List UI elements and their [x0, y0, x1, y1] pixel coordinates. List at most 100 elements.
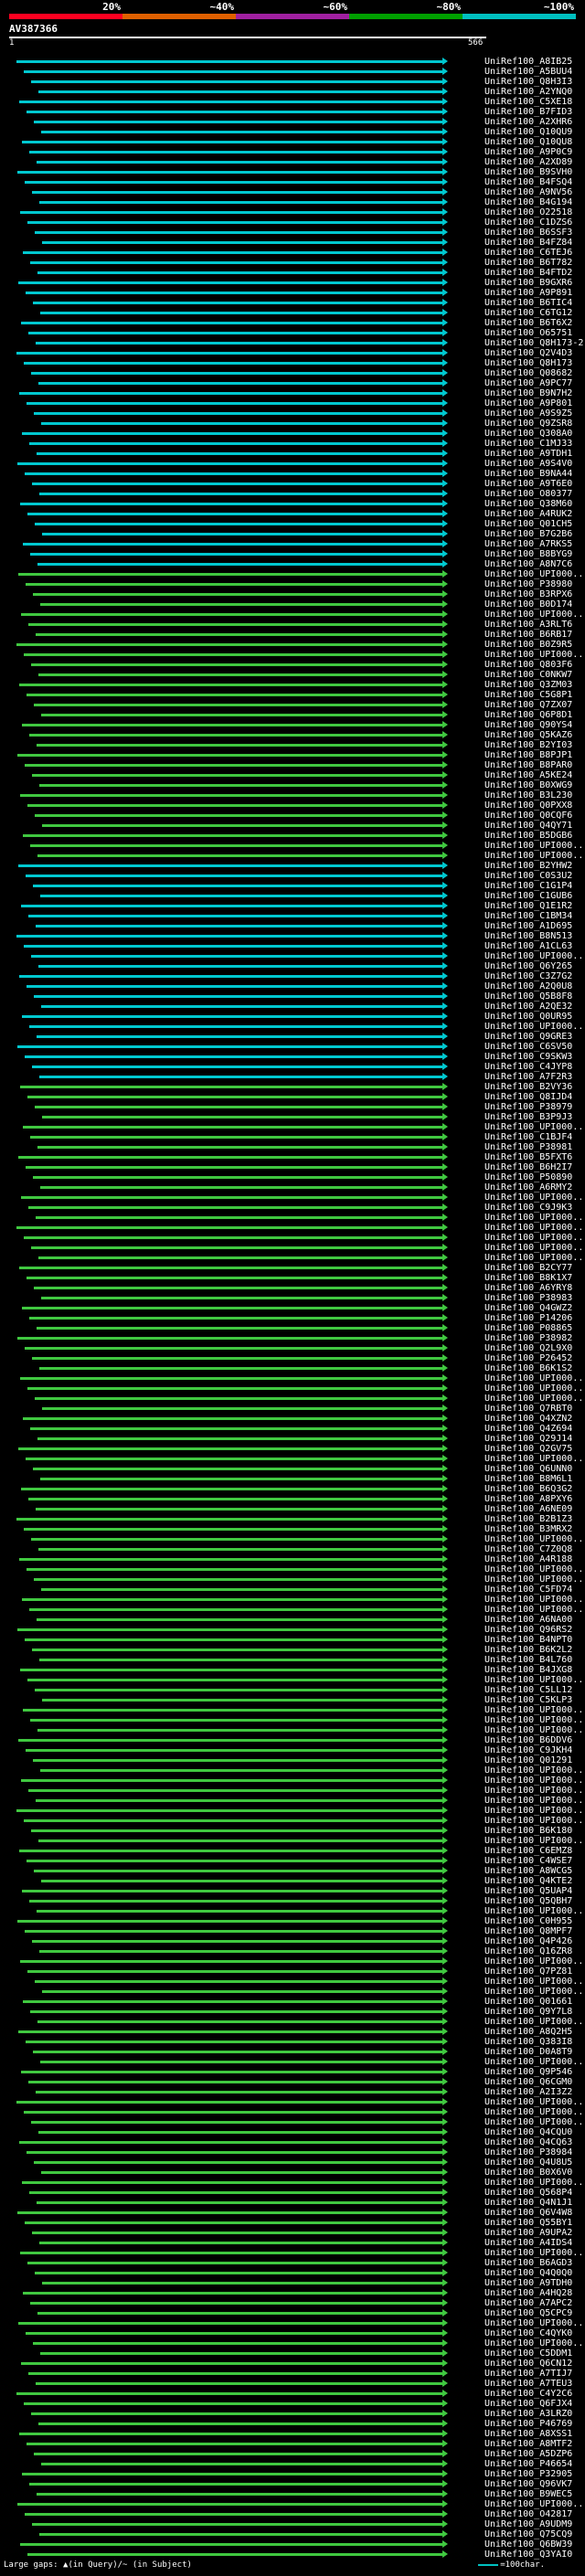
hit-row[interactable]: UniRef100_UPI000..	[0, 1605, 585, 1615]
alignment-bar[interactable]	[33, 302, 442, 304]
alignment-bar[interactable]	[37, 1729, 442, 1732]
hit-label[interactable]: UniRef100_B4FTD2	[484, 268, 572, 278]
hit-label[interactable]: UniRef100_B6K180	[484, 1826, 572, 1836]
hit-label[interactable]: UniRef100_Q01CH5	[484, 519, 572, 529]
hit-row[interactable]: UniRef100_UPI000..	[0, 1022, 585, 1032]
hit-row[interactable]: UniRef100_A1CL63	[0, 941, 585, 951]
hit-row[interactable]: UniRef100_Q8H173-2	[0, 338, 585, 348]
alignment-bar[interactable]	[19, 392, 442, 395]
alignment-bar[interactable]	[20, 2543, 442, 2546]
hit-label[interactable]: UniRef100_A9PC77	[484, 378, 572, 388]
alignment-bar[interactable]	[33, 1468, 442, 1470]
hit-label[interactable]: UniRef100_A4R188	[484, 1554, 572, 1564]
hit-label[interactable]: UniRef100_UPI000..	[484, 1122, 583, 1132]
hit-label[interactable]: UniRef100_A9UPA2	[484, 2228, 572, 2238]
hit-row[interactable]: UniRef100_A7APC2	[0, 2298, 585, 2308]
hit-row[interactable]: UniRef100_Q4Z694	[0, 1424, 585, 1434]
hit-row[interactable]: UniRef100_Q4CQU0	[0, 2127, 585, 2137]
hit-label[interactable]: UniRef100_C4JYP8	[484, 1062, 572, 1072]
hit-row[interactable]: UniRef100_C9SKW3	[0, 1052, 585, 1062]
hit-row[interactable]: UniRef100_UPI000..	[0, 2017, 585, 2027]
hit-row[interactable]: UniRef100_Q6UNN0	[0, 1464, 585, 1474]
hit-label[interactable]: UniRef100_A2I3Z2	[484, 2087, 572, 2097]
hit-label[interactable]: UniRef100_A7TIJ7	[484, 2369, 572, 2379]
hit-label[interactable]: UniRef100_B9NA44	[484, 469, 572, 479]
hit-label[interactable]: UniRef100_C1BM34	[484, 911, 572, 921]
hit-label[interactable]: UniRef100_Q1E1R2	[484, 901, 572, 911]
alignment-bar[interactable]	[38, 1548, 442, 1551]
alignment-bar[interactable]	[30, 553, 442, 556]
hit-row[interactable]: UniRef100_B6T6X2	[0, 318, 585, 328]
hit-row[interactable]: UniRef100_A7TEU3	[0, 2379, 585, 2389]
hit-label[interactable]: UniRef100_A2XHR6	[484, 117, 572, 127]
hit-label[interactable]: UniRef100_B6RB17	[484, 630, 572, 640]
hit-label[interactable]: UniRef100_UPI000..	[484, 1906, 583, 1916]
hit-row[interactable]: UniRef100_B0X6V0	[0, 2168, 585, 2178]
hit-row[interactable]: UniRef100_B3RPX6	[0, 589, 585, 599]
hit-label[interactable]: UniRef100_B3RPX6	[484, 589, 572, 599]
alignment-bar[interactable]	[35, 2272, 442, 2274]
alignment-bar[interactable]	[16, 1226, 442, 1229]
alignment-bar[interactable]	[18, 1739, 442, 1742]
hit-row[interactable]: UniRef100_Q55BY1	[0, 2218, 585, 2228]
hit-row[interactable]: UniRef100_A9TDH1	[0, 449, 585, 459]
hit-row[interactable]: UniRef100_P38983	[0, 1293, 585, 1303]
hit-label[interactable]: UniRef100_A8WCG5	[484, 1866, 572, 1876]
hit-label[interactable]: UniRef100_B6K2L2	[484, 1645, 572, 1655]
alignment-bar[interactable]	[41, 131, 442, 133]
hit-row[interactable]: UniRef100_Q0CQF6	[0, 811, 585, 821]
alignment-bar[interactable]	[23, 1126, 442, 1129]
hit-label[interactable]: UniRef100_Q7ZX07	[484, 700, 572, 710]
hit-label[interactable]: UniRef100_UPI000..	[484, 569, 583, 579]
hit-row[interactable]: UniRef100_B6TIC4	[0, 298, 585, 308]
hit-row[interactable]: UniRef100_Q6BW39	[0, 2539, 585, 2549]
hit-row[interactable]: UniRef100_C5LL12	[0, 1685, 585, 1695]
alignment-bar[interactable]	[36, 1799, 442, 1802]
hit-row[interactable]: UniRef100_A9UPA2	[0, 2228, 585, 2238]
hit-row[interactable]: UniRef100_Q5QBH7	[0, 1896, 585, 1906]
alignment-bar[interactable]	[40, 603, 442, 606]
alignment-bar[interactable]	[31, 955, 442, 958]
hit-row[interactable]: UniRef100_Q4Q0Q0	[0, 2268, 585, 2278]
alignment-bar[interactable]	[35, 231, 442, 234]
alignment-bar[interactable]	[25, 1930, 442, 1933]
hit-row[interactable]: UniRef100_B6K180	[0, 1826, 585, 1836]
hit-row[interactable]: UniRef100_B6T782	[0, 258, 585, 268]
hit-label[interactable]: UniRef100_UPI000..	[484, 1956, 583, 1966]
alignment-bar[interactable]	[28, 915, 442, 917]
alignment-bar[interactable]	[40, 312, 442, 314]
alignment-bar[interactable]	[20, 1669, 442, 1671]
hit-row[interactable]: UniRef100_UPI000..	[0, 1796, 585, 1806]
alignment-bar[interactable]	[20, 2252, 442, 2254]
alignment-bar[interactable]	[41, 2463, 442, 2465]
hit-row[interactable]: UniRef100_Q6V4W8	[0, 2208, 585, 2218]
hit-row[interactable]: UniRef100_Q2L9X0	[0, 1343, 585, 1353]
alignment-bar[interactable]	[34, 1578, 442, 1581]
hit-row[interactable]: UniRef100_A7F2R3	[0, 1072, 585, 1082]
hit-row[interactable]: UniRef100_Q383I8	[0, 2037, 585, 2047]
alignment-bar[interactable]	[18, 2322, 442, 2325]
hit-row[interactable]: UniRef100_UPI000..	[0, 2117, 585, 2127]
hit-label[interactable]: UniRef100_UPI000..	[484, 1595, 583, 1605]
alignment-bar[interactable]	[38, 2131, 442, 2134]
hit-row[interactable]: UniRef100_A4R188	[0, 1554, 585, 1564]
alignment-bar[interactable]	[20, 503, 442, 505]
hit-row[interactable]: UniRef100_B3MRX2	[0, 1524, 585, 1534]
alignment-bar[interactable]	[37, 1618, 442, 1621]
alignment-bar[interactable]	[22, 2181, 442, 2184]
alignment-bar[interactable]	[34, 995, 442, 998]
hit-label[interactable]: UniRef100_C7Z0Q8	[484, 1544, 572, 1554]
alignment-bar[interactable]	[31, 1538, 442, 1541]
hit-label[interactable]: UniRef100_UPI000..	[484, 1022, 583, 1032]
hit-row[interactable]: UniRef100_UPI000..	[0, 841, 585, 851]
hit-row[interactable]: UniRef100_Q5CPC9	[0, 2308, 585, 2318]
alignment-bar[interactable]	[26, 292, 442, 294]
hit-row[interactable]: UniRef100_A8WCG5	[0, 1866, 585, 1876]
hit-row[interactable]: UniRef100_UPI000..	[0, 2107, 585, 2117]
alignment-bar[interactable]	[16, 643, 442, 646]
alignment-bar[interactable]	[29, 151, 442, 154]
hit-label[interactable]: UniRef100_A7TEU3	[484, 2379, 572, 2389]
hit-row[interactable]: UniRef100_Q6FJX4	[0, 2399, 585, 2409]
alignment-bar[interactable]	[24, 2111, 442, 2114]
hit-row[interactable]: UniRef100_B6DDV6	[0, 1735, 585, 1745]
